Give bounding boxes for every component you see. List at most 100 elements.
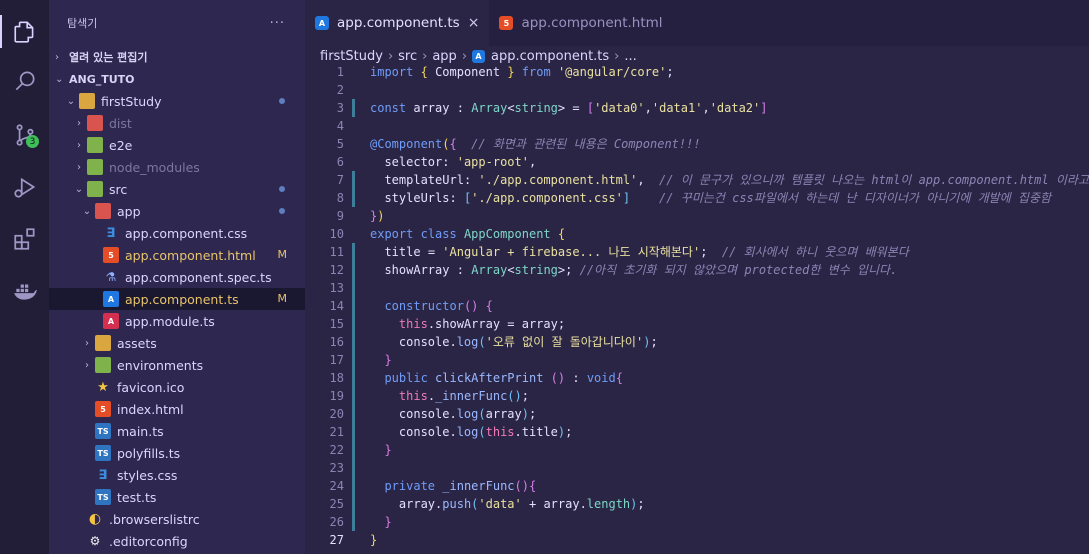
open-editors-section[interactable]: › 열려 있는 편집기: [49, 46, 305, 68]
line-number: 25: [329, 497, 344, 511]
html-file-icon: 5: [95, 401, 111, 417]
tree-item-dist[interactable]: › dist: [49, 112, 305, 134]
breadcrumb-item[interactable]: src: [398, 49, 417, 64]
line-number: 19: [329, 389, 344, 403]
line-text: }: [370, 533, 378, 547]
line-number: 9: [336, 209, 344, 223]
tree-item-polyfills-ts[interactable]: TS polyfills.ts: [49, 442, 305, 464]
tree-item-environments[interactable]: › environments: [49, 354, 305, 376]
line-text: const array : Array<string> = ['data0','…: [370, 101, 768, 115]
search-icon[interactable]: [8, 64, 41, 97]
breadcrumb-item[interactable]: firstStudy: [320, 49, 383, 64]
tree-item-label: node_modules: [109, 159, 200, 175]
css-file-icon: ∃: [106, 225, 116, 241]
code-line: 4: [305, 117, 1089, 135]
code-line: 19 this._innerFunc();: [305, 387, 1089, 405]
source-control-badge: 3: [26, 135, 39, 148]
tree-item-src[interactable]: ⌄ src: [49, 178, 305, 200]
line-number: 17: [329, 353, 344, 367]
tree-item-node-modules[interactable]: › node_modules: [49, 156, 305, 178]
code-editor[interactable]: 1 import { Component } from '@angular/cor…: [305, 63, 1089, 549]
tree-item-main-ts[interactable]: TS main.ts: [49, 420, 305, 442]
test-file-icon: ⚗: [105, 270, 117, 284]
tree-item-favicon-ico[interactable]: ★ favicon.ico: [49, 376, 305, 398]
tree-item-editorconfig[interactable]: ⚙ .editorconfig: [49, 530, 305, 552]
chevron-right-icon: ›: [422, 48, 428, 64]
typescript-file-icon: TS: [95, 423, 111, 439]
line-number: 10: [329, 227, 344, 241]
breadcrumb-item[interactable]: app.component.ts: [491, 49, 609, 64]
typescript-file-icon: TS: [95, 489, 111, 505]
typescript-file-icon: TS: [95, 445, 111, 461]
code-line: 1 import { Component } from '@angular/cor…: [305, 63, 1089, 81]
tab-label: app.component.ts: [337, 15, 460, 31]
sidebar-header: 탐색기 ···: [49, 0, 305, 46]
tab-app-component-ts[interactable]: A app.component.ts ×: [305, 0, 490, 46]
tree-item-index-html[interactable]: 5 index.html: [49, 398, 305, 420]
line-text: array.push('data' + array.length);: [398, 497, 645, 511]
favicon-star-icon: ★: [97, 379, 109, 395]
extensions-icon[interactable]: [8, 222, 41, 255]
close-icon[interactable]: ×: [468, 15, 480, 31]
tree-item-label: favicon.ico: [117, 379, 185, 395]
line-number: 13: [329, 281, 344, 295]
breadcrumb-item[interactable]: app: [432, 49, 456, 64]
code-line: 15 this.showArray = array;: [305, 315, 1089, 333]
tree-item-browserslistrc[interactable]: ◐ .browserslistrc: [49, 508, 305, 530]
tree-item-label: styles.css: [117, 467, 178, 483]
tree-item-app[interactable]: ⌄ app: [49, 200, 305, 222]
breadcrumb-item[interactable]: ...: [624, 49, 636, 64]
tree-item-app-module-ts[interactable]: Aapp.module.ts: [49, 310, 305, 332]
code-line: 23: [305, 459, 1089, 477]
tree-item-label: app: [117, 203, 141, 219]
tree-item-e2e[interactable]: › e2e: [49, 134, 305, 156]
line-number: 26: [329, 515, 344, 529]
more-actions-icon[interactable]: ···: [270, 16, 285, 31]
html-icon: 5: [499, 16, 514, 30]
angular-file-icon: A: [103, 291, 119, 307]
code-line: 22 }: [305, 441, 1089, 459]
docker-icon[interactable]: [8, 274, 41, 307]
chevron-down-icon: ⌄: [66, 95, 76, 107]
line-number: 24: [329, 479, 344, 493]
tree-item-label: environments: [117, 357, 204, 373]
angular-icon: A: [315, 16, 329, 30]
chevron-right-icon: ›: [85, 337, 89, 349]
tab-app-component-html[interactable]: 5 app.component.html: [489, 0, 672, 46]
line-text: templateUrl: './app.component.html', // …: [384, 173, 1089, 187]
chevron-right-icon: ›: [55, 51, 59, 63]
tree-item-app-component-ts[interactable]: Aapp.component.ts M: [49, 288, 305, 310]
chevron-right-icon: ›: [614, 48, 620, 64]
open-editors-label: 열려 있는 편집기: [69, 51, 148, 64]
tree-item-label: app.module.ts: [125, 313, 215, 329]
tree-item-app-component-spec-ts[interactable]: ⚗ app.component.spec.ts: [49, 266, 305, 288]
tree-item-label: .browserslistrc: [109, 511, 200, 527]
line-text: export class AppComponent {: [370, 227, 566, 241]
line-number: 27: [329, 533, 344, 547]
line-number: 22: [329, 443, 344, 457]
explorer-icon[interactable]: [0, 15, 41, 48]
tree-item-app-component-css[interactable]: ∃ app.component.css: [49, 222, 305, 244]
tree-item-styles-css[interactable]: ∃ styles.css: [49, 464, 305, 486]
tree-item-label: main.ts: [117, 423, 164, 439]
folder-icon: [95, 203, 111, 219]
tree-item-assets[interactable]: › assets: [49, 332, 305, 354]
file-tree: ⌄ firstStudy › dist › e2e › node_modules ⌄ src ⌄ ap…: [49, 90, 305, 552]
line-number: 15: [329, 317, 344, 331]
source-control-icon[interactable]: 3: [8, 118, 41, 151]
line-text: title = 'Angular + firebase... 나도 시작해본다'…: [384, 245, 909, 259]
code-line: 18 public clickAfterPrint () : void{: [305, 369, 1089, 387]
tree-item-test-ts[interactable]: TS test.ts: [49, 486, 305, 508]
angular-module-icon: A: [103, 313, 119, 329]
code-line: 27}: [305, 531, 1089, 549]
tree-item-firststudy[interactable]: ⌄ firstStudy: [49, 90, 305, 112]
project-section[interactable]: ⌄ ANG_TUTO: [49, 68, 305, 90]
run-debug-icon[interactable]: [8, 170, 41, 203]
activity-bar: 3: [0, 0, 49, 554]
code-line: 13: [305, 279, 1089, 297]
git-status-badge: M: [277, 248, 288, 261]
code-line: 20 console.log(array);: [305, 405, 1089, 423]
angular-icon: A: [472, 49, 486, 63]
line-text: }: [384, 443, 392, 457]
tree-item-app-component-html[interactable]: 5 app.component.html M: [49, 244, 305, 266]
